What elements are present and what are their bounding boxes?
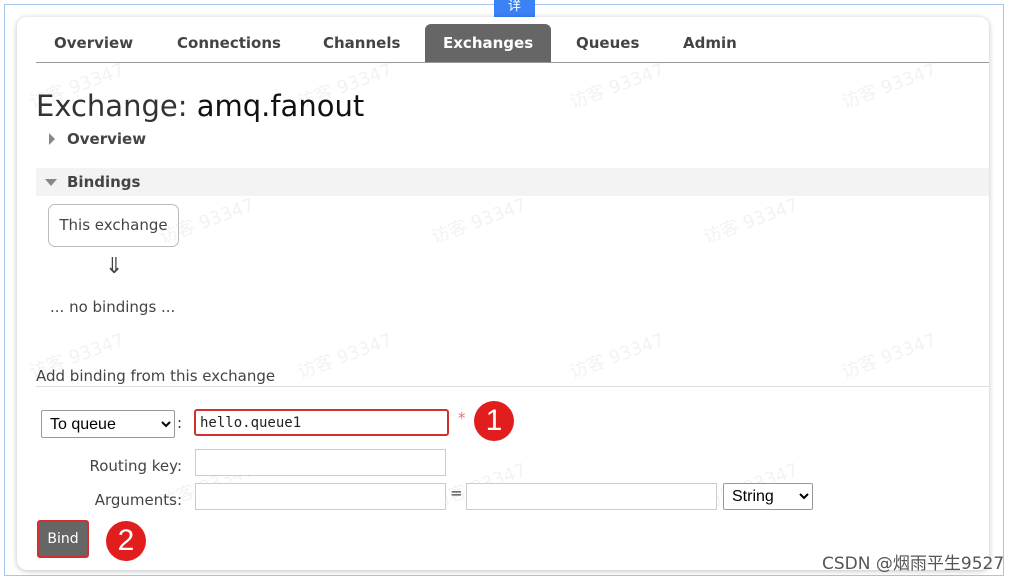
main-nav: Overview Connections Channels Exchanges … [36,24,989,63]
section-overview-toggle[interactable]: Overview [35,125,146,153]
down-arrow-icon: ⇓ [105,254,124,279]
tab-queues[interactable]: Queues [558,24,657,62]
add-binding-heading: Add binding from this exchange [36,367,276,385]
colon-separator: : [177,414,183,432]
routing-key-label: Routing key: [89,457,183,475]
step-badge-1: 1 [474,401,514,441]
tab-admin[interactable]: Admin [665,24,755,62]
argument-value-input[interactable] [466,483,717,510]
watermark: 访客 93347 [838,59,940,114]
bindings-header-bar [36,168,989,196]
section-bindings-toggle[interactable]: Bindings [35,168,140,196]
watermark: 访客 93347 [700,194,802,249]
step-badge-2: 2 [106,521,146,561]
management-panel: 访客 93347 访客 93347 访客 93347 访客 93347 访客 9… [17,17,989,570]
tab-channels[interactable]: Channels [305,24,418,62]
source-credit: CSDN @烟雨平生9527 [822,554,1005,574]
tab-overview[interactable]: Overview [36,24,151,62]
page-title: Exchange: amq.fanout [36,89,364,123]
watermark: 访客 93347 [838,329,940,384]
destination-queue-input[interactable] [194,409,449,436]
watermark: 访客 93347 [566,59,668,114]
expand-icon [49,133,55,145]
bind-button[interactable]: Bind [37,520,89,558]
no-bindings-text: ... no bindings ... [50,298,176,316]
routing-key-input[interactable] [195,449,446,476]
this-exchange-box: This exchange [48,204,179,247]
required-marker: * [458,409,466,427]
watermark: 访客 93347 [428,194,530,249]
arguments-label: Arguments: [94,491,182,509]
tab-connections[interactable]: Connections [159,24,299,62]
exchange-name: amq.fanout [196,89,365,123]
equals-sign: = [450,484,463,502]
argument-key-input[interactable] [195,483,446,510]
collapse-icon [45,179,57,186]
watermark: 访客 93347 [566,329,668,384]
argument-type-select[interactable]: String Number Boolean List [723,483,813,510]
destination-type-select[interactable]: To queue To exchange [41,410,175,438]
watermark: 访客 93347 [294,329,396,384]
section-bindings-label: Bindings [67,173,141,191]
section-overview-label: Overview [67,130,147,148]
tab-exchanges[interactable]: Exchanges [425,24,552,62]
divider [36,386,989,387]
page-title-prefix: Exchange: [36,89,188,123]
